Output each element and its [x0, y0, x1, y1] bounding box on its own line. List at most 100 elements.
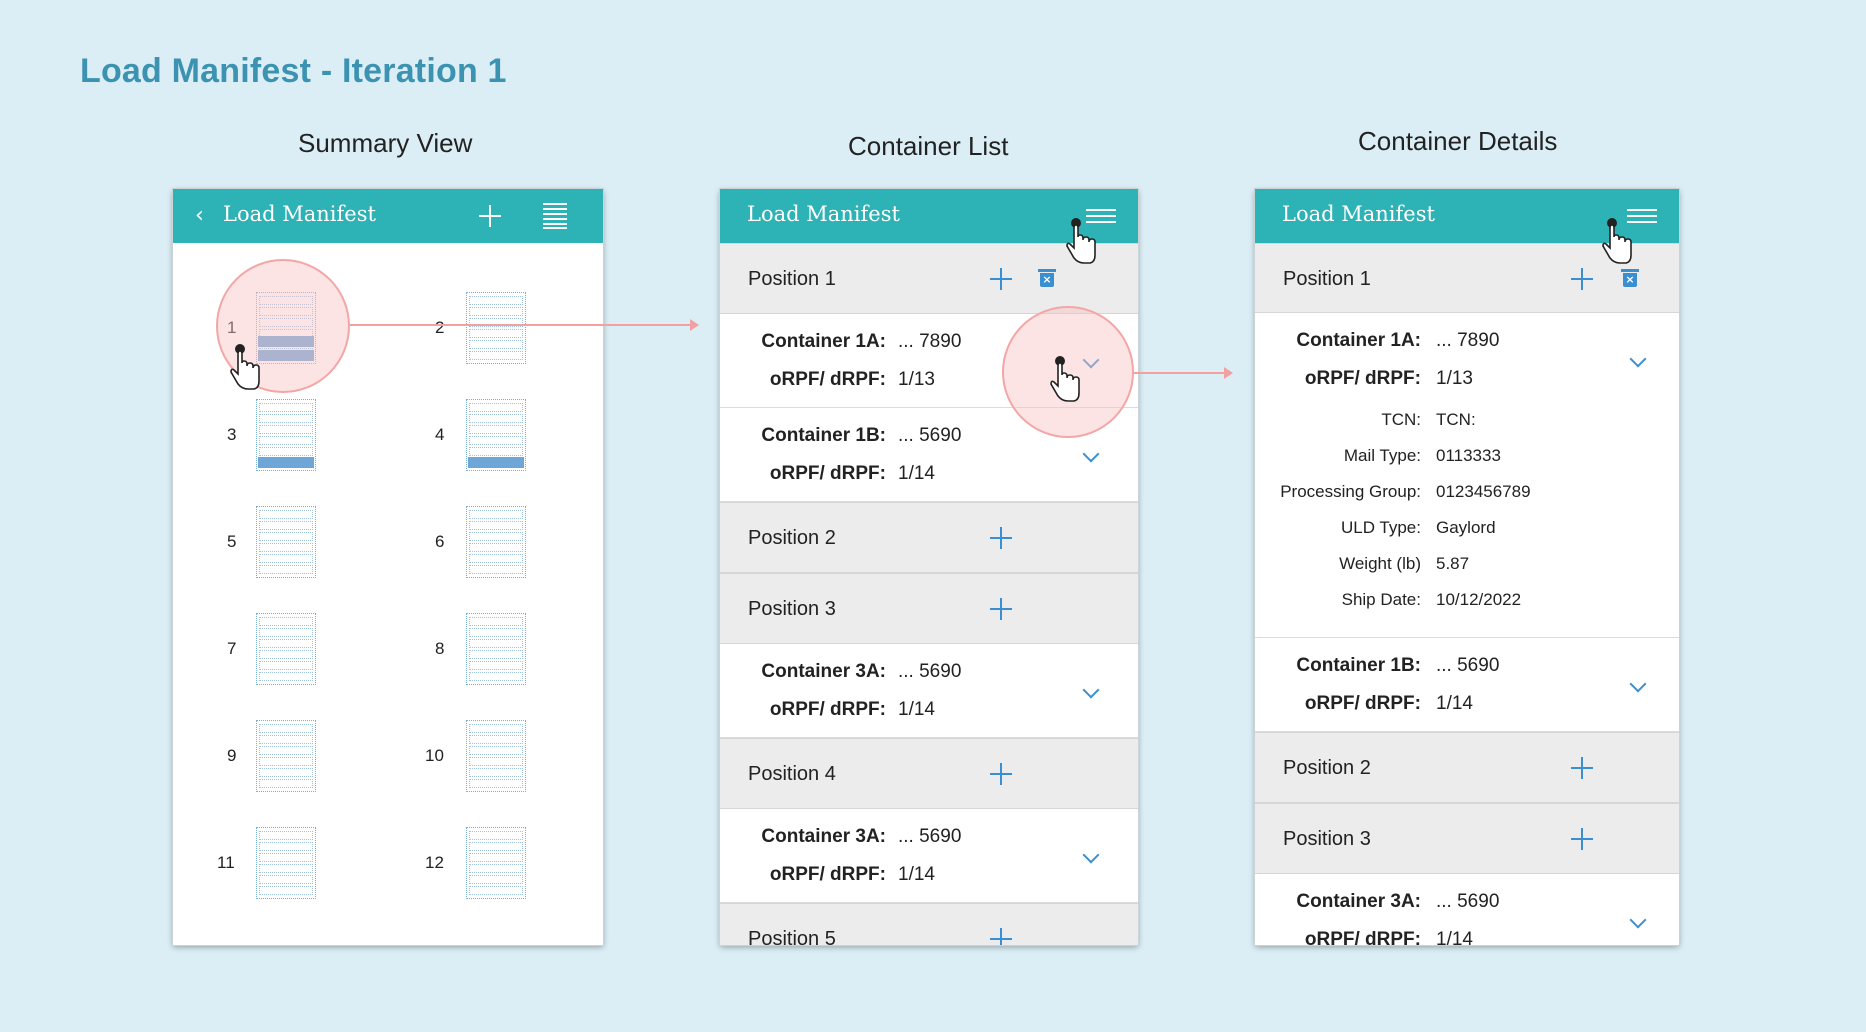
slot-row: [259, 779, 313, 788]
slot-row: [469, 724, 523, 733]
trash-icon[interactable]: ×: [1621, 269, 1639, 287]
position-row[interactable]: Position 4: [720, 738, 1138, 809]
position-row[interactable]: Position 2: [1255, 732, 1679, 803]
add-container-plus-icon[interactable]: [990, 928, 1012, 945]
slot-row: [259, 672, 313, 681]
slot-row: [469, 864, 523, 873]
slot-row: [259, 565, 313, 574]
position-slot[interactable]: [466, 292, 526, 364]
slot-row: [469, 650, 523, 659]
container-name-value: ... 5690: [1436, 655, 1500, 676]
filled-container-bar: [258, 457, 314, 468]
slot-row: [259, 554, 313, 563]
chevron-down-icon[interactable]: [1629, 675, 1647, 693]
slot-row: [469, 307, 523, 316]
position-slot[interactable]: [256, 613, 316, 685]
add-container-plus-icon[interactable]: [1571, 828, 1593, 850]
position-row[interactable]: Position 3: [1255, 803, 1679, 874]
container-name-label: Container 1A:: [1296, 330, 1421, 351]
add-container-plus-icon[interactable]: [1571, 757, 1593, 779]
plus-icon[interactable]: [479, 205, 501, 227]
detail-label: TCN:: [1381, 410, 1421, 429]
list-view-icon[interactable]: [543, 203, 567, 229]
slot-row: [469, 735, 523, 744]
position-row[interactable]: Position 2: [720, 502, 1138, 573]
rpf-label: oRPF/ dRPF:: [1304, 368, 1421, 389]
rpf-value: 1/13: [898, 369, 935, 390]
slot-row: [259, 757, 313, 766]
position-slot[interactable]: [256, 827, 316, 899]
rpf-label: oRPF/ dRPF:: [769, 463, 886, 484]
slot-row: [259, 746, 313, 755]
chevron-down-icon[interactable]: [1082, 445, 1100, 463]
container-row[interactable]: Container 3A: ... 5690 oRPF/ dRPF: 1/14: [720, 809, 1138, 903]
chevron-down-icon[interactable]: [1629, 911, 1647, 929]
container-name-value: ... 5690: [898, 826, 962, 847]
slot-row: [469, 425, 523, 434]
slot-row: [259, 650, 313, 659]
slot-row: [259, 853, 313, 862]
app-bar: ‹ Load Manifest: [173, 189, 603, 243]
position-slot[interactable]: [466, 506, 526, 578]
app-bar-title: Load Manifest: [747, 202, 900, 226]
rpf-label: oRPF/ dRPF:: [769, 864, 886, 885]
position-row[interactable]: Position 3: [720, 573, 1138, 644]
chevron-left-icon[interactable]: ‹: [195, 203, 204, 228]
slot-row: [259, 628, 313, 637]
app-bar-title: Load Manifest: [223, 202, 376, 226]
container-name-value: ... 5690: [1436, 891, 1500, 912]
add-container-plus-icon[interactable]: [990, 598, 1012, 620]
position-slot[interactable]: [256, 399, 316, 471]
detail-value: TCN:: [1436, 410, 1476, 429]
arrow-head-icon: [1224, 367, 1233, 379]
slot-row: [259, 842, 313, 851]
slot-row: [259, 735, 313, 744]
position-slot-number: 4: [435, 425, 445, 444]
rpf-value: 1/14: [1436, 929, 1473, 945]
slot-row: [469, 340, 523, 349]
container-expanded-row[interactable]: Container 1A: ... 7890 oRPF/ dRPF: 1/13 …: [1255, 313, 1679, 638]
rpf-value: 1/14: [898, 699, 935, 720]
chevron-down-icon[interactable]: [1082, 681, 1100, 699]
slot-row: [469, 329, 523, 338]
position-slot[interactable]: [466, 613, 526, 685]
chevron-down-icon[interactable]: [1629, 350, 1647, 368]
position-label: Position 1: [1283, 268, 1371, 290]
slot-row: [469, 628, 523, 637]
container-row[interactable]: Container 3A: ... 5690 oRPF/ dRPF: 1/14: [1255, 874, 1679, 945]
position-slot[interactable]: [466, 827, 526, 899]
caption-container-list: Container List: [848, 131, 1009, 161]
container-row[interactable]: Container 1B: ... 5690 oRPF/ dRPF: 1/14: [1255, 638, 1679, 732]
position-slot[interactable]: [466, 399, 526, 471]
app-bar-title: Load Manifest: [1282, 202, 1435, 226]
trash-icon[interactable]: ×: [1038, 269, 1056, 287]
position-slot[interactable]: [256, 720, 316, 792]
position-slot[interactable]: [466, 720, 526, 792]
slot-row: [259, 403, 313, 412]
slot-row: [469, 757, 523, 766]
slot-row: [259, 831, 313, 840]
slot-row: [259, 447, 313, 456]
container-name-value: ... 7890: [1436, 330, 1500, 351]
position-row[interactable]: Position 5: [720, 903, 1138, 945]
position-slot-number: 7: [227, 639, 237, 658]
container-name-value: ... 7890: [898, 331, 962, 352]
add-container-plus-icon[interactable]: [990, 763, 1012, 785]
slot-row: [469, 746, 523, 755]
container-name-label: Container 3A:: [1296, 891, 1421, 912]
position-slot[interactable]: [256, 506, 316, 578]
rpf-label: oRPF/ dRPF:: [769, 369, 886, 390]
slot-row: [469, 768, 523, 777]
tap-hand-icon: [1066, 218, 1096, 264]
detail-value: Gaylord: [1436, 518, 1496, 537]
slot-row: [469, 617, 523, 626]
slot-row: [469, 521, 523, 530]
slot-row: [259, 864, 313, 873]
container-row[interactable]: Container 3A: ... 5690 oRPF/ dRPF: 1/14: [720, 644, 1138, 738]
slot-row: [259, 436, 313, 445]
add-container-plus-icon[interactable]: [990, 527, 1012, 549]
add-container-plus-icon[interactable]: [1571, 268, 1593, 290]
chevron-down-icon[interactable]: [1082, 846, 1100, 864]
slot-row: [469, 853, 523, 862]
add-container-plus-icon[interactable]: [990, 268, 1012, 290]
